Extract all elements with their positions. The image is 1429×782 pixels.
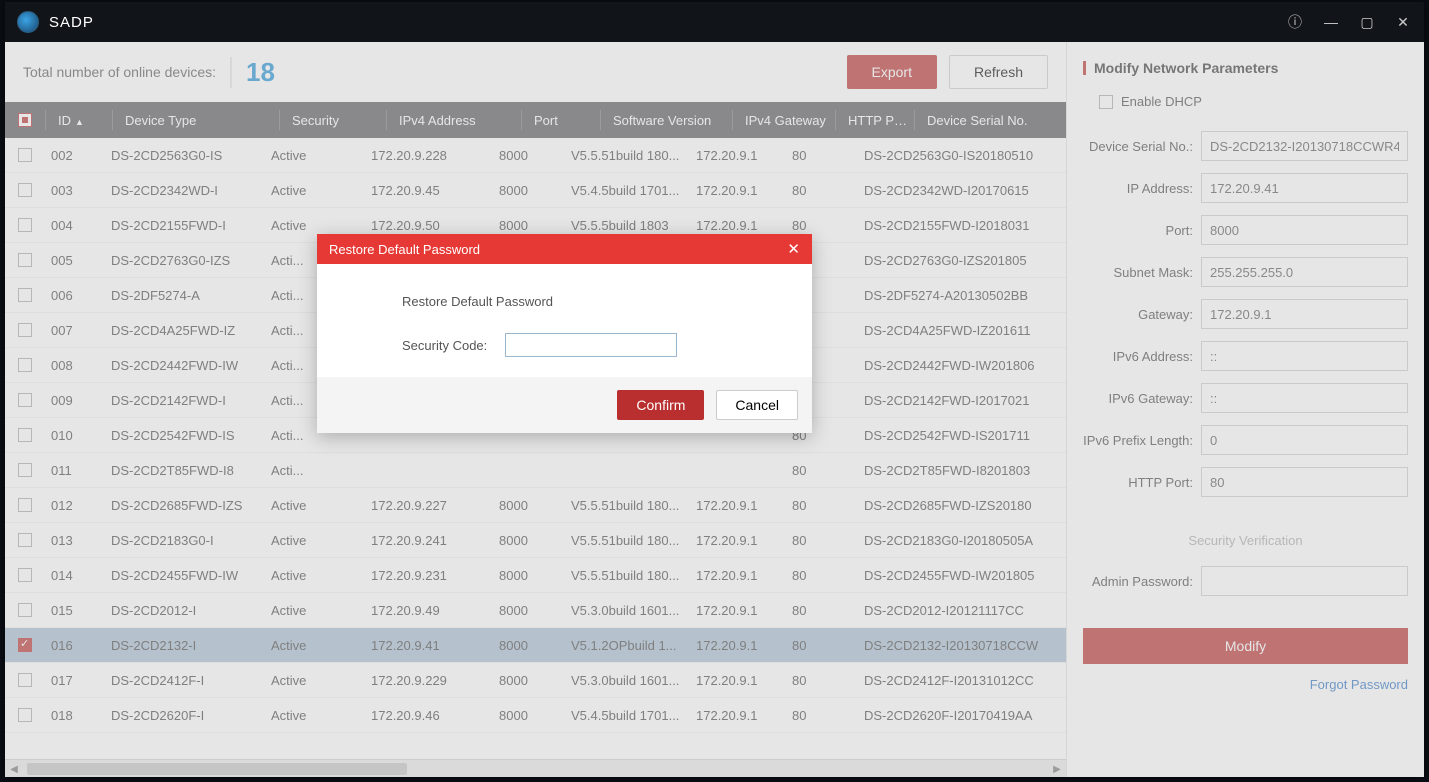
restore-password-modal: Restore Default Password ✕ Restore Defau… [317, 234, 812, 433]
info-icon[interactable]: ⓘ [1286, 13, 1304, 31]
cancel-button[interactable]: Cancel [716, 390, 798, 420]
minimize-icon[interactable]: — [1322, 13, 1340, 31]
app-logo-icon [17, 11, 39, 33]
maximize-icon[interactable]: ▢ [1358, 13, 1376, 31]
confirm-button[interactable]: Confirm [617, 390, 704, 420]
close-icon[interactable]: ✕ [1394, 13, 1412, 31]
modal-body-label: Restore Default Password [402, 294, 782, 309]
security-code-input[interactable] [505, 333, 677, 357]
titlebar: SADP ⓘ — ▢ ✕ [5, 2, 1424, 42]
modal-title: Restore Default Password [329, 242, 480, 257]
modal-close-icon[interactable]: ✕ [787, 240, 800, 258]
security-code-label: Security Code: [402, 338, 487, 353]
app-title: SADP [49, 14, 94, 31]
